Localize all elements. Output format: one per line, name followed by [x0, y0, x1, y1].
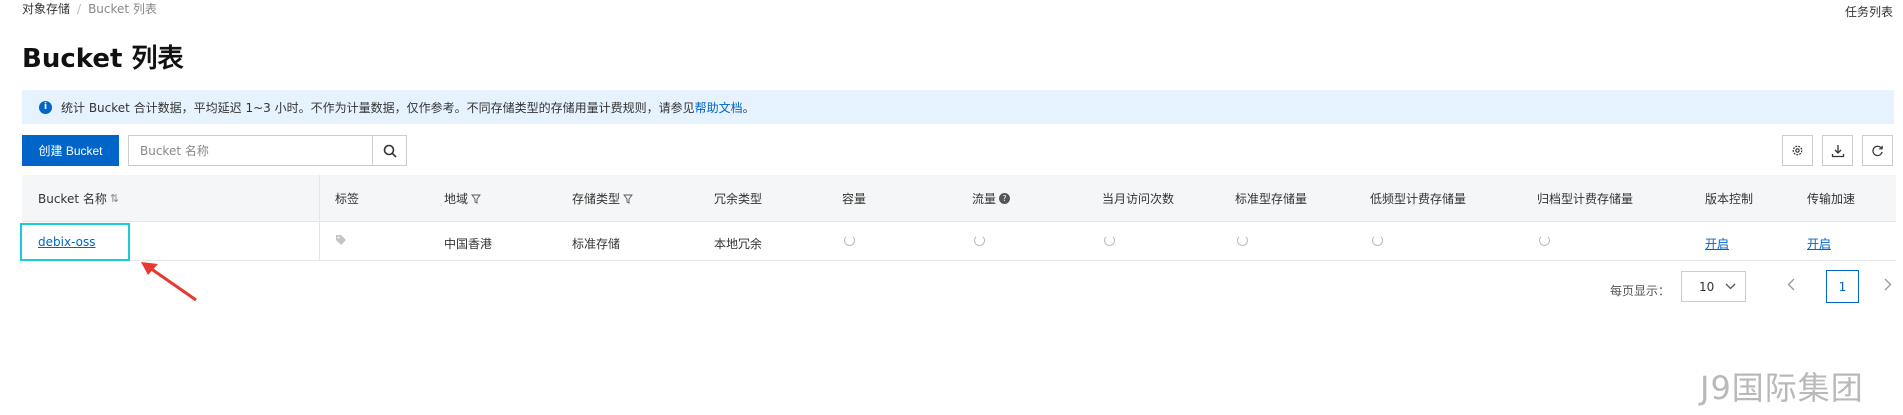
page-size-value: 10: [1699, 279, 1715, 294]
column-divider: [319, 175, 320, 221]
th-acceleration: 传输加速: [1807, 192, 1856, 206]
filter-icon[interactable]: [623, 194, 633, 204]
page-size-label: 每页显示：: [1610, 284, 1671, 298]
page-title: Bucket 列表: [22, 44, 184, 74]
th-capacity: 容量: [842, 192, 867, 206]
next-page-button[interactable]: [1884, 276, 1892, 295]
info-icon: i: [39, 100, 52, 114]
chevron-right-icon: [1884, 278, 1892, 291]
table-header: Bucket 名称 ⇅ 标签 地域 存储类型 冗余类型 容量 流量 ? 当月访问次…: [22, 175, 1896, 222]
task-list-link[interactable]: 任务列表: [1845, 3, 1893, 20]
traffic-loading-icon: [974, 235, 985, 249]
acceleration-enable-link[interactable]: 开启: [1807, 235, 1831, 252]
search-icon: [383, 144, 397, 158]
th-storage-class[interactable]: 存储类型: [572, 190, 633, 207]
region-cell: 中国香港: [444, 237, 493, 251]
th-name[interactable]: Bucket 名称 ⇅: [38, 190, 119, 207]
refresh-button[interactable]: [1862, 135, 1893, 166]
th-versioning: 版本控制: [1705, 192, 1754, 206]
redundancy-cell: 本地冗余: [714, 237, 763, 251]
th-region[interactable]: 地域: [444, 190, 481, 207]
column-divider: [319, 222, 320, 260]
create-bucket-button[interactable]: 创建 Bucket: [22, 135, 119, 166]
ia-storage-loading-icon: [1372, 235, 1383, 249]
page-size-select[interactable]: 10: [1681, 271, 1746, 302]
storage-class-cell: 标准存储: [572, 237, 621, 251]
th-traffic: 流量 ?: [972, 190, 1011, 207]
archive-storage-loading-icon: [1539, 235, 1550, 249]
page-button-current[interactable]: 1: [1826, 270, 1859, 303]
breadcrumb: 对象存储 / Bucket 列表: [22, 0, 157, 17]
th-redundancy: 冗余类型: [714, 192, 763, 206]
notice-suffix: 。: [742, 100, 755, 115]
breadcrumb-current: Bucket 列表: [88, 2, 157, 16]
help-doc-link[interactable]: 帮助文档: [695, 99, 743, 116]
info-notice: i 统计 Bucket 合计数据，平均延迟 1~3 小时。不作为计量数据，仅作参…: [22, 90, 1894, 124]
th-ia-storage: 低频型计费存储量: [1370, 192, 1467, 206]
refresh-icon: [1872, 145, 1883, 157]
table-row: debix-oss 中国香港 标准存储 本地冗余 开启 开启: [22, 222, 1896, 261]
capacity-loading-icon: [844, 235, 855, 249]
prev-page-button[interactable]: [1787, 276, 1795, 295]
gear-icon: [1792, 145, 1803, 156]
help-icon[interactable]: ?: [999, 193, 1011, 204]
bucket-search: [128, 135, 407, 166]
breadcrumb-separator: /: [77, 2, 82, 16]
th-tag: 标签: [335, 192, 360, 206]
th-monthly-requests: 当月访问次数: [1102, 192, 1175, 206]
chevron-down-icon: [1725, 283, 1736, 290]
requests-loading-icon: [1104, 235, 1115, 249]
tag-icon[interactable]: [335, 234, 347, 249]
settings-button[interactable]: [1782, 135, 1813, 166]
chevron-left-icon: [1787, 278, 1795, 291]
th-std-storage: 标准型存储量: [1235, 192, 1308, 206]
sort-icon[interactable]: ⇅: [110, 192, 119, 205]
bucket-search-input[interactable]: [129, 136, 372, 165]
highlight-box: [20, 223, 130, 261]
filter-icon[interactable]: [471, 194, 481, 204]
notice-text: 统计 Bucket 合计数据，平均延迟 1~3 小时。不作为计量数据，仅作参考。…: [61, 100, 695, 115]
th-archive-storage: 归档型计费存储量: [1537, 192, 1634, 206]
download-button[interactable]: [1822, 135, 1853, 166]
watermark: J9国际集团: [1700, 369, 1864, 407]
versioning-enable-link[interactable]: 开启: [1705, 235, 1729, 252]
std-storage-loading-icon: [1237, 235, 1248, 249]
search-button[interactable]: [372, 136, 406, 165]
annotation-arrow-icon: [141, 262, 197, 302]
download-icon: [1831, 144, 1844, 157]
breadcrumb-root[interactable]: 对象存储: [22, 2, 70, 16]
